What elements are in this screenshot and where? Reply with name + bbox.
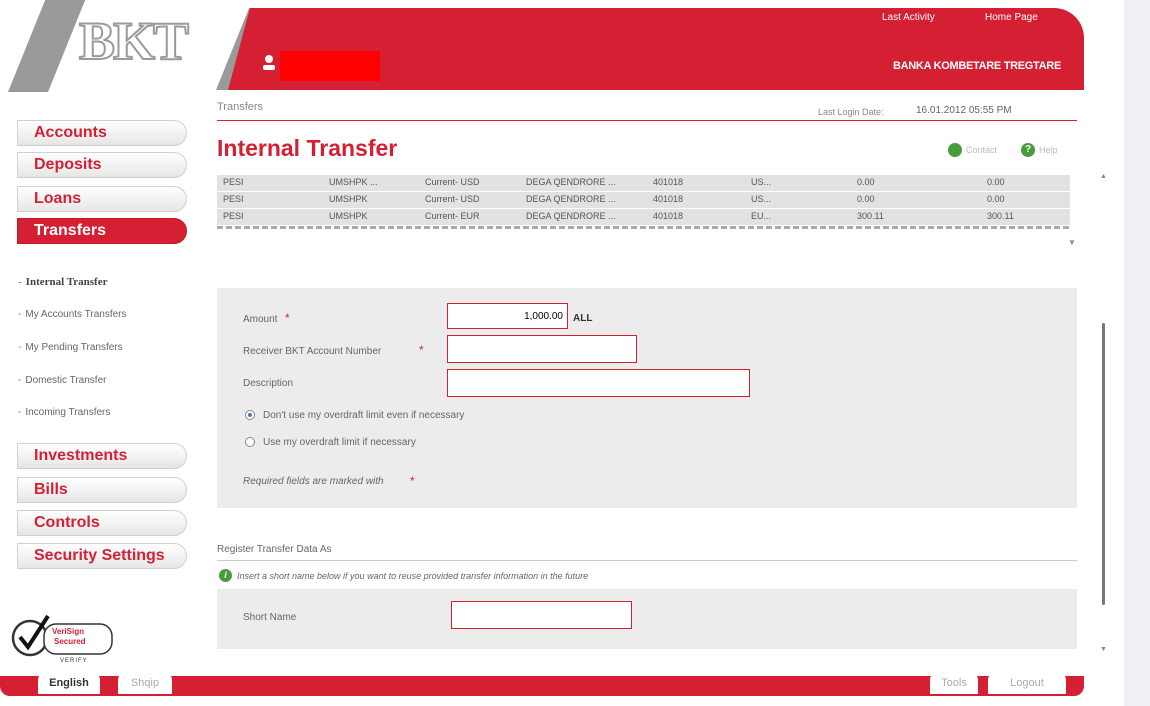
transfer-form-panel	[217, 288, 1077, 508]
register-section-title: Register Transfer Data As	[217, 544, 332, 555]
contact-link[interactable]: Contact	[966, 145, 997, 155]
short-name-panel	[217, 589, 1077, 649]
header-divider	[217, 120, 1077, 121]
help-link[interactable]: Help	[1039, 145, 1058, 155]
overdraft-yes-label[interactable]: Use my overdraft limit if necessary	[263, 437, 416, 448]
user-name-redacted	[280, 51, 380, 81]
subnav-incoming-transfers[interactable]: - Incoming Transfers	[18, 407, 110, 418]
language-shqip-tab[interactable]: Shqip	[118, 672, 172, 694]
sidebar-item-loans[interactable]: Loans	[17, 186, 187, 212]
description-input[interactable]	[447, 369, 750, 397]
info-icon: i	[219, 569, 232, 582]
overdraft-yes-radio[interactable]	[245, 437, 255, 447]
scroll-up-icon[interactable]: ▲	[1100, 173, 1107, 180]
table-row[interactable]: PESI UMSHPK Current- EUR DEGA QENDRORE .…	[217, 209, 1070, 225]
subnav-my-accounts-transfers[interactable]: - My Accounts Transfers	[18, 309, 127, 320]
register-divider	[217, 560, 1077, 561]
receiver-account-input[interactable]	[447, 335, 637, 363]
sidebar-item-controls[interactable]: Controls	[17, 510, 187, 536]
required-star: *	[285, 311, 290, 325]
home-page-link[interactable]: Home Page	[985, 12, 1038, 23]
sidebar-item-investments[interactable]: Investments	[17, 443, 187, 469]
short-name-input[interactable]	[451, 601, 632, 629]
sidebar-item-deposits[interactable]: Deposits	[17, 152, 187, 178]
short-name-label: Short Name	[243, 612, 297, 623]
table-row-partial	[217, 226, 1070, 229]
accounts-table: PESI UMSHPK ... Current- USD DEGA QENDRO…	[217, 175, 1070, 229]
description-label: Description	[243, 378, 294, 389]
scroll-down-icon[interactable]: ▼	[1100, 646, 1107, 653]
sidebar-item-bills[interactable]: Bills	[17, 477, 187, 503]
scrollbar-thumb[interactable]	[1102, 323, 1105, 605]
window-gutter	[1124, 0, 1150, 706]
amount-input[interactable]	[447, 303, 568, 329]
overdraft-no-radio[interactable]	[245, 410, 255, 420]
subnav-internal-transfer[interactable]: - Internal Transfer	[18, 276, 107, 288]
page-title: Internal Transfer	[217, 135, 398, 161]
breadcrumb: Transfers	[217, 101, 264, 113]
table-row[interactable]: PESI UMSHPK ... Current- USD DEGA QENDRO…	[217, 175, 1070, 191]
verisign-badge[interactable]: VeriSign Secured VERIFY	[8, 612, 118, 670]
receiver-account-label: Receiver BKT Account Number	[243, 346, 382, 357]
register-info-text: Insert a short name below if you want to…	[237, 571, 589, 581]
table-row[interactable]: PESI UMSHPK Current- USD DEGA QENDRORE .…	[217, 192, 1070, 208]
last-login-label: Last Login Date:	[818, 107, 884, 117]
language-english-tab[interactable]: English	[38, 672, 100, 694]
last-activity-link[interactable]: Last Activity	[882, 12, 935, 23]
currency-label: ALL	[573, 313, 593, 324]
table-scroll-down-icon[interactable]: ▼	[1068, 238, 1076, 247]
logout-button[interactable]: Logout	[988, 672, 1066, 694]
bank-name: BANKA KOMBETARE TREGTARE	[893, 60, 1061, 72]
required-star: *	[419, 343, 424, 357]
sidebar-item-security-settings[interactable]: Security Settings	[17, 543, 187, 569]
sidebar-item-accounts[interactable]: Accounts	[17, 120, 187, 146]
sidebar-item-transfers[interactable]: Transfers	[17, 218, 187, 244]
logo-area: BKT	[0, 0, 250, 92]
subnav-domestic-transfer[interactable]: - Domestic Transfer	[18, 375, 106, 386]
help-icon[interactable]: ?	[1021, 143, 1035, 157]
required-star: *	[410, 474, 415, 488]
overdraft-no-label[interactable]: Don't use my overdraft limit even if nec…	[263, 410, 464, 421]
user-icon	[262, 54, 276, 74]
bkt-logo[interactable]: BKT	[58, 10, 208, 72]
required-note: Required fields are marked with	[243, 476, 384, 487]
page-scrollbar[interactable]: ▲ ▼	[1093, 168, 1113, 658]
amount-label: Amount	[243, 314, 278, 325]
last-login-value: 16.01.2012 05:55 PM	[916, 105, 1012, 116]
subnav-my-pending-transfers[interactable]: - My Pending Transfers	[18, 342, 123, 353]
contact-icon[interactable]	[948, 143, 962, 157]
tools-button[interactable]: Tools	[930, 672, 978, 694]
